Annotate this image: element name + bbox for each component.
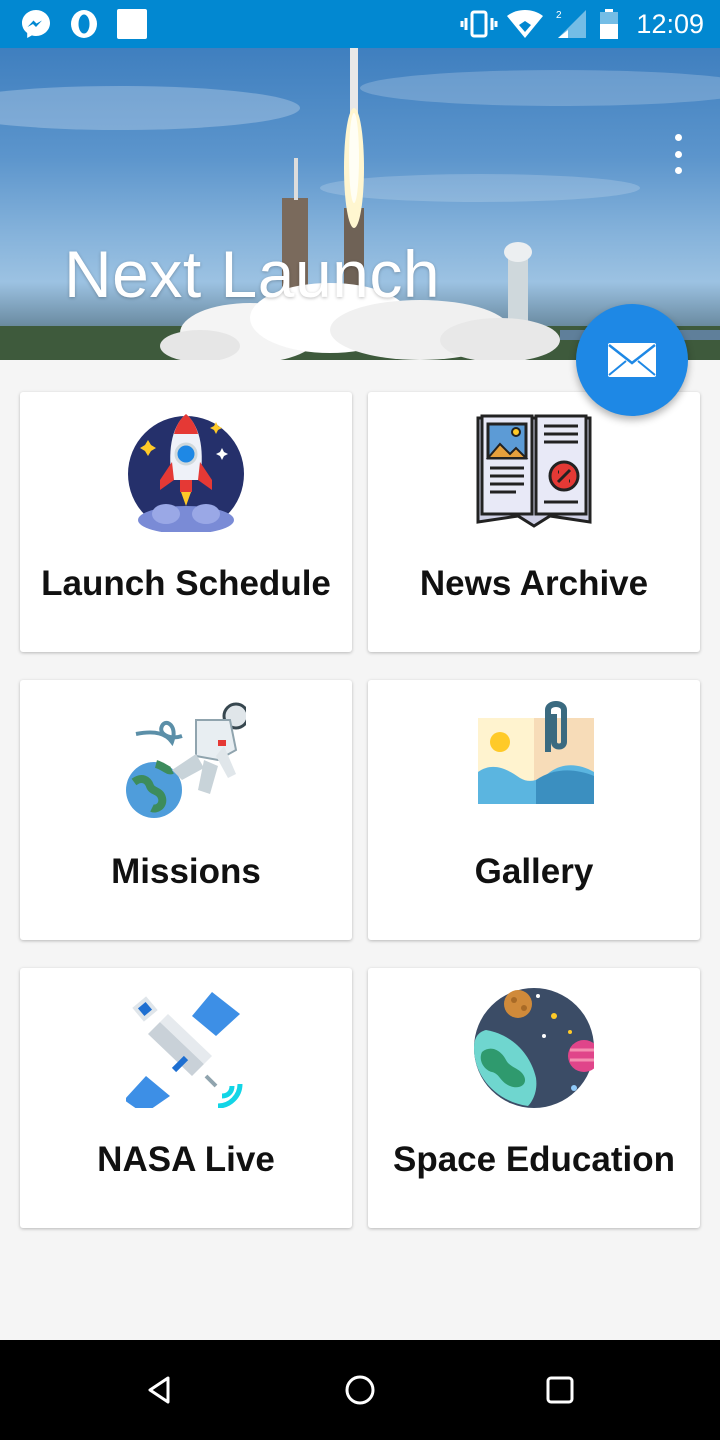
home-icon[interactable] (336, 1366, 384, 1414)
signal-icon: 2 (554, 0, 588, 48)
satellite-icon (126, 992, 243, 1108)
nav-bar (0, 1340, 720, 1440)
planets-icon (474, 988, 594, 1108)
battery-icon (598, 0, 620, 48)
opera-icon (68, 0, 100, 48)
wifi-icon (506, 0, 544, 48)
status-bar: 2 12:09 (0, 0, 720, 48)
card-launch-schedule[interactable]: Launch Schedule (20, 392, 352, 652)
card-nasa-live[interactable]: NASA Live (20, 968, 352, 1228)
astronaut-icon (126, 702, 246, 818)
card-label: Gallery (474, 852, 594, 891)
card-label: News Archive (419, 564, 649, 603)
card-label: Launch Schedule (41, 564, 331, 603)
page-title: Next Launch (64, 237, 441, 311)
back-icon[interactable] (136, 1366, 184, 1414)
card-news-archive[interactable]: News Archive (368, 392, 700, 652)
card-label: NASA Live (97, 1140, 275, 1179)
status-time: 12:09 (636, 9, 704, 39)
svg-text:2: 2 (556, 10, 562, 21)
card-space-education[interactable]: Space Education (368, 968, 700, 1228)
newspaper-icon (476, 414, 592, 528)
gallery-icon (478, 701, 594, 804)
card-gallery[interactable]: Gallery (368, 680, 700, 940)
notification-square-icon (116, 0, 148, 48)
rocket-icon (128, 414, 244, 532)
card-label: Missions (111, 852, 261, 891)
vibrate-icon (460, 0, 498, 48)
mail-icon (608, 343, 656, 377)
card-missions[interactable]: Missions (20, 680, 352, 940)
mail-button[interactable] (576, 304, 688, 416)
card-label: Space Education (392, 1140, 676, 1179)
more-vert-icon[interactable] (666, 134, 690, 174)
messenger-icon (20, 0, 52, 48)
recents-icon[interactable] (536, 1366, 584, 1414)
